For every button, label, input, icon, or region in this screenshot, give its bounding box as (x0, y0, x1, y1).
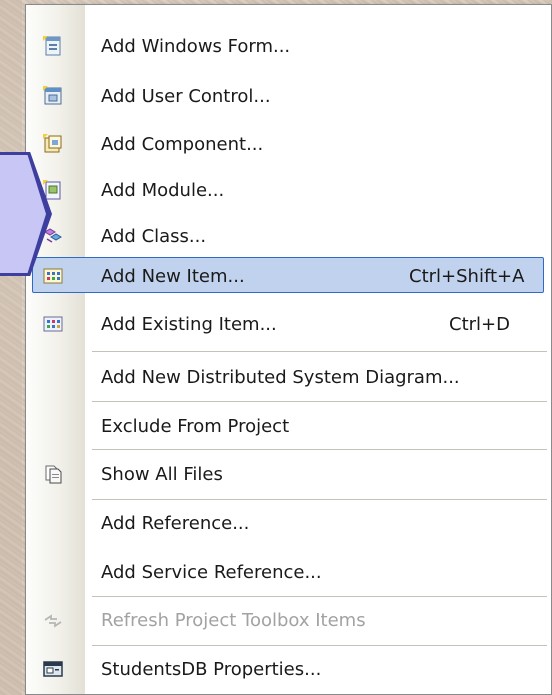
menu-item-label: Add User Control... (101, 86, 271, 107)
menu-item-shortcut: Ctrl+Shift+A (409, 266, 525, 287)
menu-item-add-distributed-system-diagram[interactable]: Add New Distributed System Diagram... (26, 356, 551, 400)
new-item-icon (43, 268, 63, 284)
menu-item-add-component[interactable]: Add Component... (26, 123, 551, 167)
menu-item-label: StudentsDB Properties... (101, 659, 322, 680)
menu-item-label: Refresh Project Toolbox Items (101, 610, 366, 631)
menu-separator (92, 351, 547, 352)
menu-item-add-windows-form[interactable]: Add Windows Form... (26, 25, 551, 69)
context-menu: Add Windows Form... Add User Control... … (25, 4, 552, 695)
menu-separator (92, 499, 547, 500)
properties-icon (43, 661, 63, 677)
menu-item-show-all-files[interactable]: Show All Files (26, 453, 551, 497)
component-icon (43, 134, 62, 153)
menu-item-label: Show All Files (101, 464, 223, 485)
user-control-icon (43, 86, 62, 105)
menu-item-label: Add New Item... (101, 266, 245, 287)
menu-item-label: Add Service Reference... (101, 562, 322, 583)
menu-item-label: Add Component... (101, 134, 264, 155)
menu-item-add-existing-item[interactable]: Add Existing Item... Ctrl+D (26, 303, 551, 347)
menu-separator (92, 645, 547, 646)
menu-item-label: Add Reference... (101, 513, 250, 534)
menu-item-shortcut: Ctrl+D (449, 314, 510, 335)
menu-item-add-class[interactable]: Add Class... (26, 215, 551, 259)
menu-separator (92, 401, 547, 402)
menu-separator (92, 449, 547, 450)
menu-item-label: Add New Distributed System Diagram... (101, 367, 460, 388)
menu-item-label: Exclude From Project (101, 416, 290, 437)
menu-item-label: Add Module... (101, 180, 225, 201)
background-texture (0, 0, 22, 695)
menu-item-add-reference[interactable]: Add Reference... (26, 502, 551, 546)
windows-form-icon (43, 36, 61, 56)
menu-item-refresh-project-toolbox-items: Refresh Project Toolbox Items (26, 599, 551, 643)
menu-item-add-module[interactable]: Add Module... (26, 169, 551, 213)
menu-item-label: Add Existing Item... (101, 314, 277, 335)
menu-item-add-service-reference[interactable]: Add Service Reference... (26, 551, 551, 595)
show-all-files-icon (45, 465, 62, 484)
menu-separator (92, 596, 547, 597)
menu-item-exclude-from-project[interactable]: Exclude From Project (26, 405, 551, 449)
menu-item-label: Add Class... (101, 226, 207, 247)
menu-item-label: Add Windows Form... (101, 36, 291, 57)
refresh-toolbox-icon (44, 614, 62, 628)
menu-item-add-new-item[interactable]: Add New Item... Ctrl+Shift+A (26, 255, 551, 299)
existing-item-icon (43, 316, 63, 332)
menu-item-studentsdb-properties[interactable]: StudentsDB Properties... (26, 648, 551, 692)
menu-item-add-user-control[interactable]: Add User Control... (26, 75, 551, 119)
